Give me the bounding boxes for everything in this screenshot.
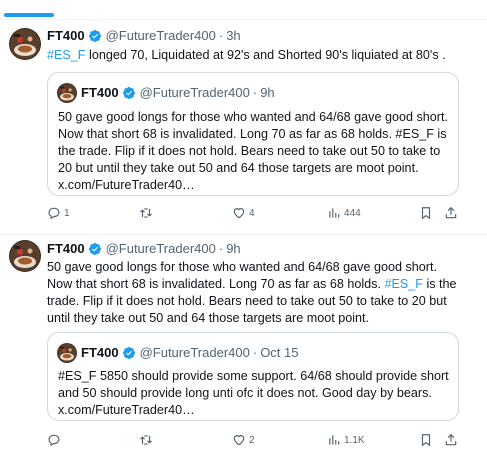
views-icon [327, 206, 341, 220]
share-button[interactable] [444, 206, 458, 220]
timestamp[interactable]: 9h [226, 241, 240, 256]
retweet-icon [139, 206, 153, 220]
avatar[interactable] [9, 240, 41, 272]
author-name[interactable]: FT400 [47, 28, 85, 43]
views-icon [327, 433, 341, 447]
quoted-link[interactable]: x.com/FutureTrader40… [58, 177, 453, 194]
author-name: FT400 [81, 345, 119, 360]
author-handle[interactable]: @FutureTrader400 [106, 28, 216, 43]
like-icon [232, 433, 246, 447]
verified-badge-icon [88, 29, 102, 43]
timestamp[interactable]: 3h [226, 28, 240, 43]
like-count: 2 [249, 434, 255, 446]
bookmark-button[interactable] [419, 433, 433, 447]
author-handle: @FutureTrader400 [139, 345, 250, 360]
verified-badge-icon [88, 242, 102, 256]
views-count: 1.1K [344, 434, 365, 446]
timestamp: 9h [260, 85, 275, 100]
retweet-button[interactable] [139, 433, 156, 447]
quoted-tweet-text: #ES_F 5850 should provide some support. … [58, 368, 453, 419]
avatar [57, 83, 77, 103]
like-button[interactable]: 2 [232, 433, 255, 447]
quoted-tweet-text: 50 gave good longs for those who wanted … [58, 109, 453, 194]
avatar [57, 343, 77, 363]
action-bar: 1 4 444 [47, 206, 467, 224]
separator-dot: · [252, 85, 258, 100]
tweet-text: 50 gave good longs for those who wanted … [47, 260, 457, 325]
tweet-2[interactable]: FT400 @FutureTrader400 · 9h 50 gave good… [0, 235, 487, 460]
views-button[interactable]: 1.1K [327, 433, 365, 447]
views-button[interactable]: 444 [327, 206, 361, 220]
hashtag-link[interactable]: #ES_F [384, 277, 423, 291]
top-tab-strip [0, 0, 487, 20]
verified-badge-icon [122, 346, 136, 360]
views-count: 444 [344, 207, 361, 219]
separator-dot: · [252, 345, 258, 360]
like-button[interactable]: 4 [232, 206, 255, 220]
bookmark-button[interactable] [419, 206, 433, 220]
author-handle: @FutureTrader400 [139, 85, 250, 100]
retweet-button[interactable] [139, 206, 156, 220]
action-bar: 2 1.1K [47, 433, 467, 451]
bookmark-icon [419, 433, 433, 447]
like-icon [232, 206, 246, 220]
quoted-tweet[interactable]: FT400 @FutureTrader400 · Oct 15 #ES_F 58… [47, 332, 459, 421]
retweet-icon [139, 433, 153, 447]
separator-dot: · [218, 28, 224, 43]
share-button[interactable] [444, 433, 458, 447]
author-name[interactable]: FT400 [47, 241, 85, 256]
reply-icon [47, 433, 61, 447]
share-icon [444, 206, 458, 220]
quoted-link[interactable]: x.com/FutureTrader40… [58, 402, 453, 419]
hashtag-link[interactable]: #ES_F [47, 48, 86, 62]
reply-count: 1 [64, 207, 70, 219]
reply-button[interactable] [47, 433, 64, 447]
tweet-text: #ES_F longed 70, Liquidated at 92's and … [47, 48, 446, 62]
share-icon [444, 433, 458, 447]
reply-icon [47, 206, 61, 220]
bookmark-icon [419, 206, 433, 220]
verified-badge-icon [122, 86, 136, 100]
timestamp: Oct 15 [260, 345, 299, 360]
author-handle[interactable]: @FutureTrader400 [106, 241, 216, 256]
reply-button[interactable]: 1 [47, 206, 70, 220]
like-count: 4 [249, 207, 255, 219]
author-name: FT400 [81, 85, 119, 100]
tweet-1[interactable]: FT400 @FutureTrader400 · 3h #ES_F longed… [0, 20, 487, 235]
active-tab-indicator [4, 13, 54, 17]
avatar[interactable] [9, 28, 41, 60]
separator-dot: · [218, 241, 224, 256]
quoted-tweet[interactable]: FT400 @FutureTrader400 · 9h 50 gave good… [47, 72, 459, 196]
